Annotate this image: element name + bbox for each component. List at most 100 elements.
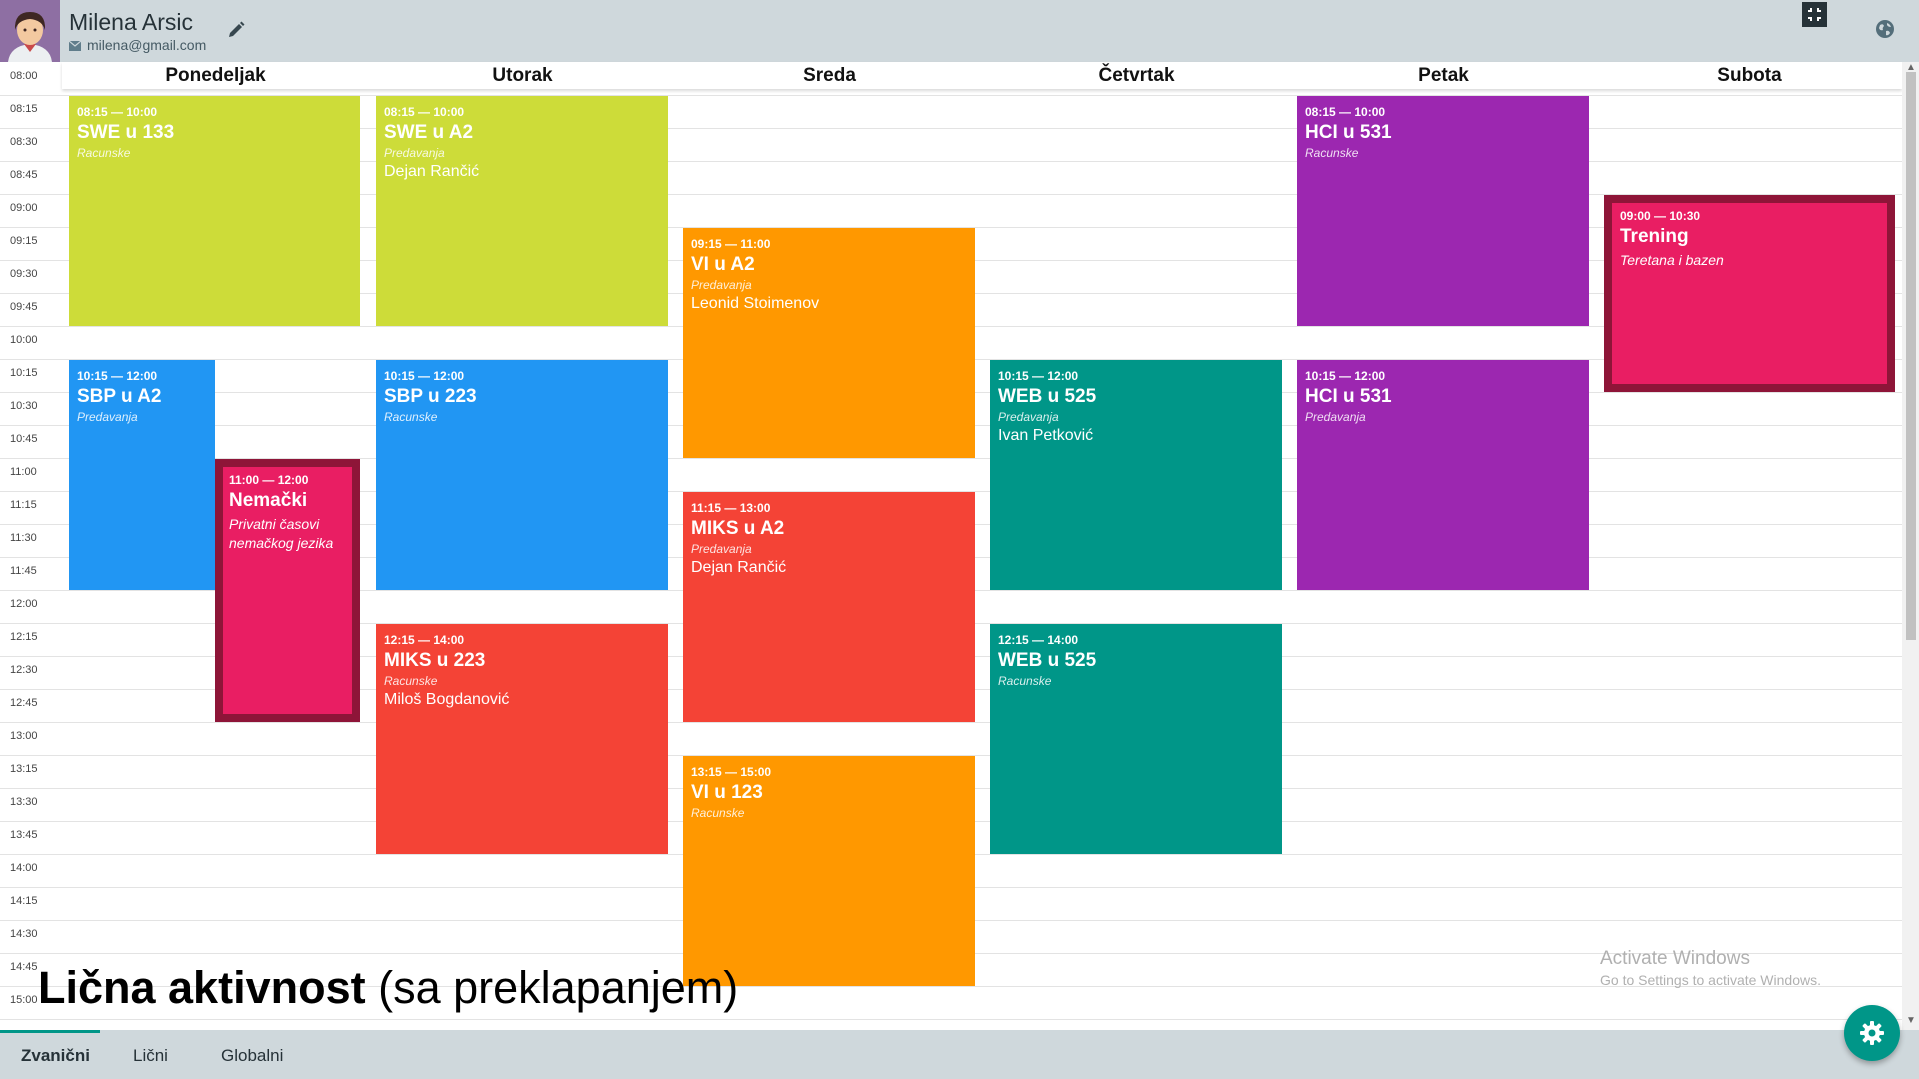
- time-label: 14:45: [10, 961, 38, 973]
- time-label: 12:30: [10, 664, 38, 676]
- time-label: 08:15: [10, 103, 38, 115]
- scroll-down-arrow[interactable]: ▼: [1906, 1015, 1916, 1026]
- event-time: 10:15 — 12:00: [384, 369, 465, 383]
- event-time: 08:15 — 10:00: [384, 105, 465, 119]
- event-title: SBP u 223: [384, 386, 477, 407]
- event-card[interactable]: 08:15 — 10:00 SWE u 133 Racunske: [69, 96, 360, 326]
- time-label: 10:30: [10, 400, 38, 412]
- event-lecturer: Dejan Rančić: [691, 559, 787, 576]
- event-type: Predavanja: [384, 146, 445, 160]
- edit-icon[interactable]: [226, 20, 246, 40]
- activation-watermark-subtitle: Go to Settings to activate Windows.: [1600, 972, 1821, 988]
- event-card[interactable]: 11:15 — 13:00 MIKS u A2 Predavanja Dejan…: [683, 492, 975, 722]
- time-label: 11:15: [10, 499, 37, 511]
- event-card[interactable]: 10:15 — 12:00 WEB u 525 Predavanja Ivan …: [990, 360, 1282, 590]
- personal-event-card[interactable]: 11:00 — 12:00 Nemački Privatni časovi ne…: [215, 459, 360, 722]
- event-time: 09:15 — 11:00: [691, 237, 771, 251]
- event-title: SWE u 133: [77, 122, 175, 143]
- time-label: 12:15: [10, 631, 38, 643]
- day-header-tuesday: Utorak: [492, 65, 553, 86]
- time-label: 09:15: [10, 235, 38, 247]
- time-label: 09:00: [10, 202, 38, 214]
- slide-caption: Lična aktivnost (sa preklapanjem): [38, 962, 738, 1014]
- user-email: milena@gmail.com: [87, 37, 207, 53]
- time-label: 09:45: [10, 301, 38, 313]
- settings-fab-button[interactable]: [1844, 1005, 1900, 1061]
- event-type: Racunske: [1305, 146, 1359, 160]
- event-time: 10:15 — 12:00: [77, 369, 158, 383]
- time-label: 10:00: [10, 334, 38, 346]
- time-label: 10:45: [10, 433, 38, 445]
- globe-icon[interactable]: [1875, 19, 1895, 39]
- day-header-monday: Ponedeljak: [165, 65, 266, 86]
- event-title: SBP u A2: [77, 386, 162, 407]
- event-time: 11:15 — 13:00: [691, 501, 771, 515]
- event-type: Predavanja: [691, 278, 752, 292]
- day-header-row: Ponedeljak Utorak Sreda Četvrtak Petak S…: [62, 62, 1902, 89]
- event-time: 08:15 — 10:00: [1305, 105, 1386, 119]
- tab-zvanicni[interactable]: Zvanični: [21, 1046, 90, 1066]
- event-card[interactable]: 09:15 — 11:00 VI u A2 Predavanja Leonid …: [683, 228, 975, 458]
- time-label: 14:30: [10, 928, 38, 940]
- event-time: 08:15 — 10:00: [77, 105, 158, 119]
- event-lecturer: Miloš Bogdanović: [384, 691, 510, 708]
- time-label: 13:30: [10, 796, 38, 808]
- time-label: 09:30: [10, 268, 38, 280]
- avatar[interactable]: [0, 0, 60, 62]
- event-card[interactable]: 12:15 — 14:00 WEB u 525 Racunske: [990, 624, 1282, 854]
- time-label: 14:00: [10, 862, 38, 874]
- event-note: Teretana i bazen: [1620, 252, 1724, 268]
- personal-event-card[interactable]: 09:00 — 10:30 Trening Teretana i bazen: [1604, 195, 1895, 392]
- scrollbar-thumb[interactable]: [1906, 72, 1916, 640]
- event-card[interactable]: 12:15 — 14:00 MIKS u 223 Racunske Miloš …: [376, 624, 668, 854]
- event-type: Predavanja: [1305, 410, 1366, 424]
- time-label: 15:00: [10, 994, 38, 1006]
- event-time: 13:15 — 15:00: [691, 765, 772, 779]
- day-header-wednesday: Sreda: [803, 65, 856, 86]
- event-lecturer: Leonid Stoimenov: [691, 295, 820, 312]
- day-header-thursday: Četvrtak: [1098, 65, 1175, 86]
- event-type: Predavanja: [77, 410, 138, 424]
- event-note: Privatni časovi nemačkog jezika: [229, 516, 334, 551]
- grid-line: [0, 1019, 1902, 1020]
- event-type: Predavanja: [998, 410, 1059, 424]
- time-label: 08:00: [10, 70, 38, 82]
- time-label: 13:45: [10, 829, 38, 841]
- active-tab-indicator: [0, 1030, 100, 1033]
- time-label: 08:45: [10, 169, 38, 181]
- event-card[interactable]: 10:15 — 12:00 SBP u A2 Predavanja: [69, 360, 215, 590]
- event-card[interactable]: 08:15 — 10:00 HCI u 531 Racunske: [1297, 96, 1589, 326]
- event-title: Trening: [1620, 226, 1689, 247]
- event-type: Racunske: [691, 806, 745, 820]
- event-title: WEB u 525: [998, 386, 1097, 407]
- event-title: HCI u 531: [1305, 122, 1392, 143]
- event-time: 11:00 — 12:00: [229, 473, 309, 487]
- event-card[interactable]: 10:15 — 12:00 HCI u 531 Predavanja: [1297, 360, 1589, 590]
- time-label: 08:30: [10, 136, 38, 148]
- activation-watermark-title: Activate Windows: [1600, 948, 1750, 969]
- time-label: 11:00: [10, 466, 37, 478]
- event-lecturer: Ivan Petković: [998, 427, 1094, 444]
- event-type: Racunske: [77, 146, 131, 160]
- caption-bold: Lična aktivnost: [38, 962, 366, 1013]
- time-label: 14:15: [10, 895, 38, 907]
- event-card[interactable]: 08:15 — 10:00 SWE u A2 Predavanja Dejan …: [376, 96, 668, 326]
- event-card[interactable]: 10:15 — 12:00 SBP u 223 Racunske: [376, 360, 668, 590]
- tab-globalni[interactable]: Globalni: [221, 1046, 283, 1066]
- time-label: 13:15: [10, 763, 38, 775]
- gear-icon: [1860, 1021, 1884, 1045]
- event-title: MIKS u 223: [384, 650, 486, 671]
- event-time: 10:15 — 12:00: [998, 369, 1079, 383]
- time-label: 13:00: [10, 730, 38, 742]
- event-title: WEB u 525: [998, 650, 1097, 671]
- event-time: 10:15 — 12:00: [1305, 369, 1386, 383]
- header-bar: Milena Arsic milena@gmail.com: [0, 0, 1919, 62]
- event-type: Racunske: [384, 674, 438, 688]
- vertical-scrollbar[interactable]: ▲ ▼: [1902, 62, 1919, 1030]
- tab-licni[interactable]: Lični: [133, 1046, 168, 1066]
- event-card[interactable]: 13:15 — 15:00 VI u 123 Racunske: [683, 756, 975, 986]
- fullscreen-exit-icon[interactable]: [1802, 2, 1827, 27]
- bottom-tab-bar: Zvanični Lični Globalni: [0, 1030, 1919, 1079]
- event-type: Predavanja: [691, 542, 752, 556]
- event-title: VI u A2: [691, 254, 755, 275]
